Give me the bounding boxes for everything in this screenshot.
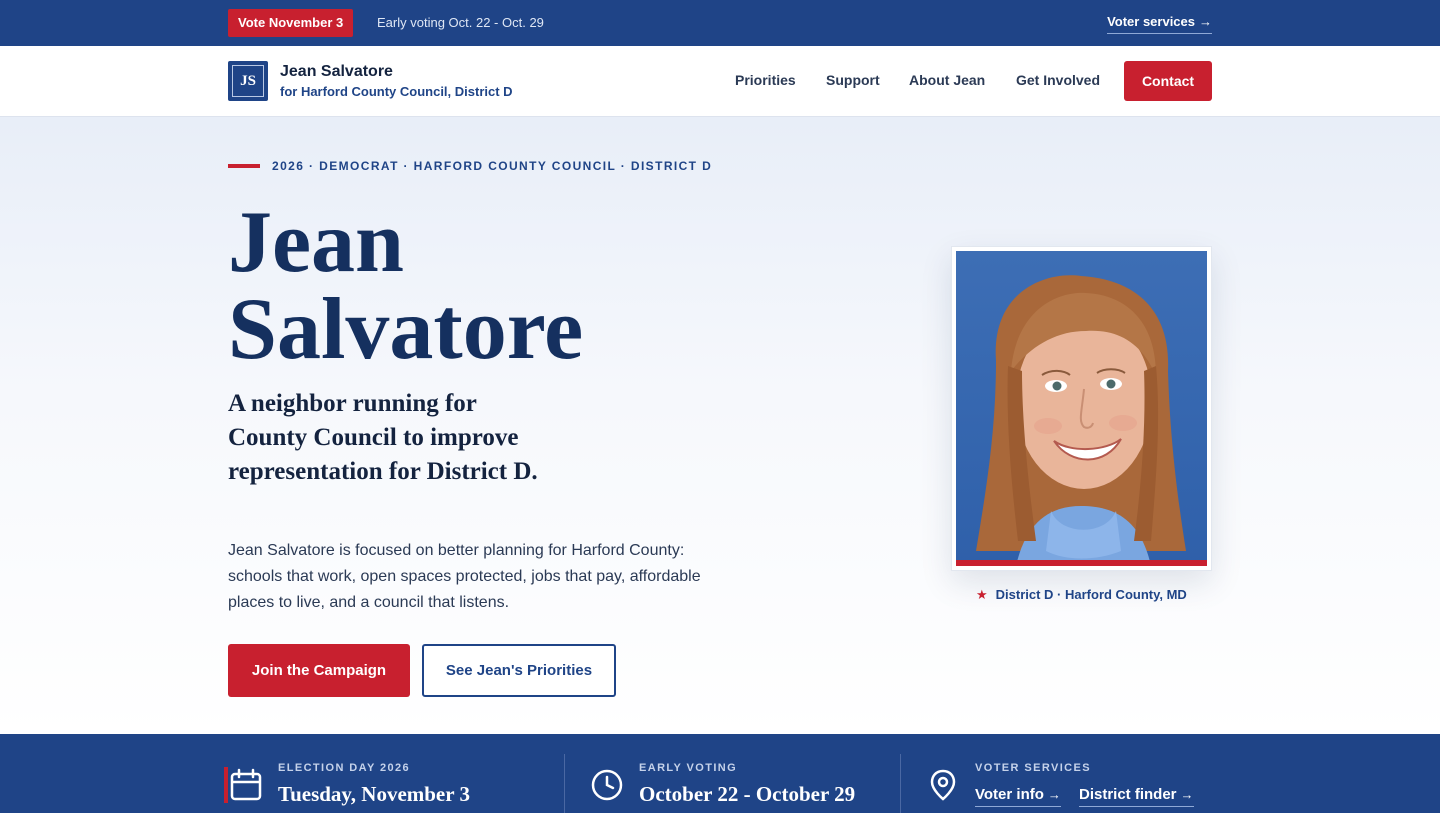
top-bar: Vote November 3 Early voting Oct. 22 - O…	[0, 0, 1440, 46]
calendar-icon	[230, 768, 262, 801]
election-day-value: Tuesday, November 3	[278, 782, 470, 806]
arrow-right-icon: →	[1199, 14, 1212, 29]
see-priorities-button[interactable]: See Jean's Priorities	[422, 644, 616, 697]
voter-services-link[interactable]: Voter services →	[1107, 14, 1212, 34]
contact-button[interactable]: Contact	[1124, 61, 1212, 101]
arrow-right-icon: →	[1047, 787, 1061, 802]
election-info-band: ELECTION DAY 2026 Tuesday, November 3 EA…	[0, 734, 1440, 813]
early-voting-value: October 22 - October 29	[639, 782, 856, 806]
eyebrow-accent-line	[228, 164, 260, 168]
voter-info-link[interactable]: Voter info →	[975, 786, 1061, 807]
early-voting-label: EARLY VOTING	[639, 762, 738, 774]
campaign-logo[interactable]: JS	[228, 61, 268, 101]
nav-about-jean[interactable]: About Jean	[909, 72, 985, 88]
candidate-first-name: Jean	[228, 194, 404, 291]
district-finder-label: District finder	[1079, 786, 1177, 803]
band-divider	[900, 754, 901, 813]
hero-intro: Jean Salvatore is focused on better plan…	[228, 542, 701, 611]
band-divider	[564, 754, 565, 813]
candidate-portrait	[976, 275, 1186, 566]
hero-eyebrow: 2026 · DEMOCRAT · HARFORD COUNTY COUNCIL…	[272, 159, 713, 173]
arrow-right-icon: →	[1180, 787, 1194, 802]
early-voting-notice: Early voting Oct. 22 - Oct. 29	[377, 15, 544, 30]
candidate-photo-frame	[951, 246, 1212, 571]
map-pin-icon	[930, 769, 956, 801]
nav-priorities[interactable]: Priorities	[735, 72, 796, 88]
logo-initials: JS	[232, 65, 264, 97]
site-header: JS Jean Salvatore for Harford County Cou…	[0, 46, 1440, 117]
band-accent-bar	[224, 767, 228, 803]
candidate-name: Jean Salvatore	[228, 199, 828, 374]
voter-services-label: VOTER SERVICES	[975, 762, 1091, 774]
candidate-photo	[956, 251, 1207, 566]
clock-icon	[591, 769, 623, 801]
photo-caption-text: District D · Harford County, MD	[995, 587, 1187, 602]
brand-name[interactable]: Jean Salvatore	[280, 63, 393, 81]
voter-info-label: Voter info	[975, 786, 1044, 803]
photo-caption: ★ District D · Harford County, MD	[976, 587, 1212, 603]
candidate-last-name: Salvatore	[228, 281, 584, 378]
brand-subtitle: for Harford County Council, District D	[280, 84, 513, 99]
hero-section: 2026 · DEMOCRAT · HARFORD COUNTY COUNCIL…	[0, 117, 1440, 734]
district-finder-link[interactable]: District finder →	[1079, 786, 1194, 807]
nav-get-involved[interactable]: Get Involved	[1016, 72, 1100, 88]
join-campaign-button[interactable]: Join the Campaign	[228, 644, 410, 697]
voter-services-label: Voter services	[1107, 14, 1195, 29]
vote-date-badge: Vote November 3	[228, 9, 354, 37]
nav-support[interactable]: Support	[826, 72, 880, 88]
election-day-label: ELECTION DAY 2026	[278, 762, 411, 774]
photo-accent-bar	[956, 560, 1207, 566]
hero-tagline: A neighbor running for County Council to…	[228, 390, 538, 485]
star-icon: ★	[976, 587, 988, 602]
